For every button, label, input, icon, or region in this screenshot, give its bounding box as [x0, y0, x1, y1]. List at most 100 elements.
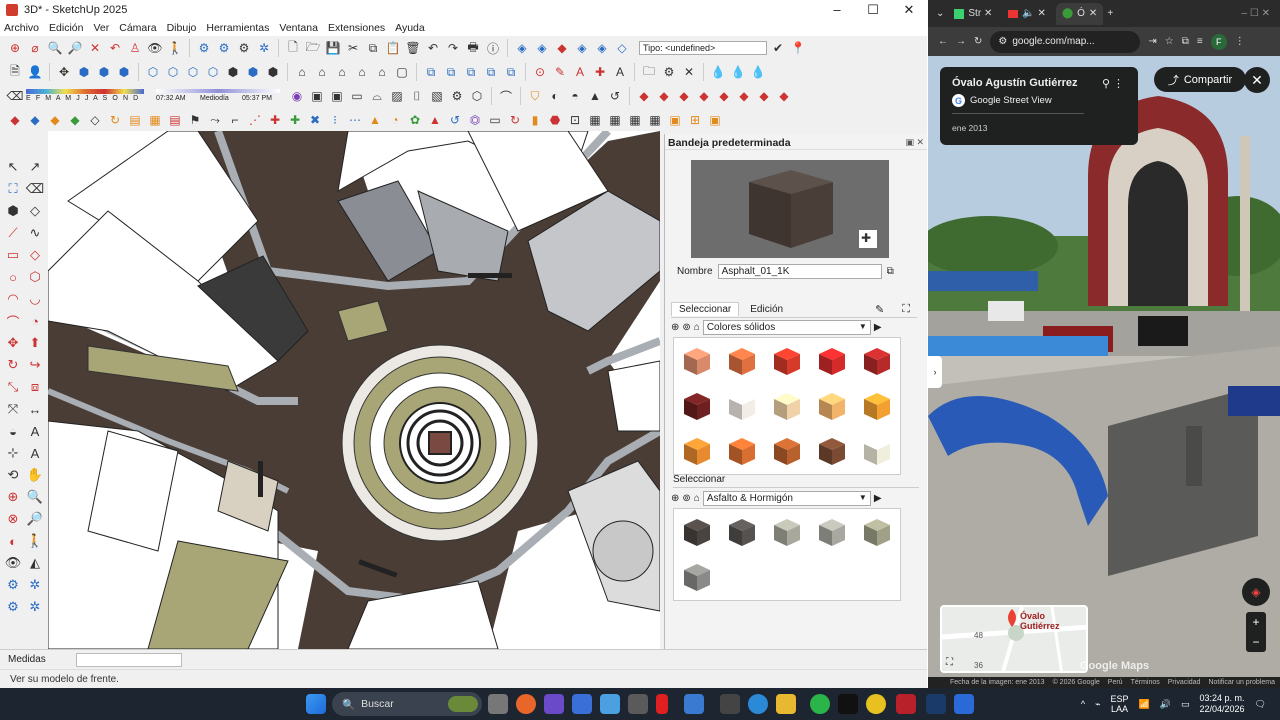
menu-extensiones[interactable]: Extensiones [328, 22, 385, 34]
section-icon[interactable]: ◭ [24, 552, 46, 574]
hidden-line-icon[interactable]: ⬡ [184, 63, 202, 81]
cube-icon[interactable]: ▣ [308, 87, 326, 105]
tab-streaming[interactable]: Str ✕ [948, 3, 998, 25]
extension-icon[interactable]: ▦ [146, 111, 164, 129]
section-icon[interactable]: ◈ [593, 39, 611, 57]
right-face-icon[interactable]: ⌂ [333, 63, 351, 81]
walk-icon[interactable]: 🚶 [24, 530, 46, 552]
more-options-icon[interactable]: ⋮ [1113, 77, 1124, 90]
footer-privacy[interactable]: Privacidad [1168, 679, 1201, 686]
shaded-icon[interactable]: ⬡ [204, 63, 222, 81]
extension-icon[interactable]: ⋯ [346, 111, 364, 129]
camera-view-icon[interactable]: ⌂ [293, 63, 311, 81]
camera-icon[interactable]: ▭ [348, 87, 366, 105]
front-face-icon[interactable]: ⌂ [313, 63, 331, 81]
axes-icon[interactable]: ⊹ [2, 442, 24, 464]
layers-icon[interactable]: ⧉ [462, 63, 480, 81]
back-face-icon[interactable]: ⌂ [353, 63, 371, 81]
menu-ayuda[interactable]: Ayuda [395, 22, 425, 34]
type-field[interactable]: Tipo: <undefined> [639, 41, 767, 55]
search-box[interactable]: 🔍 Buscar [332, 692, 482, 716]
dormer-icon[interactable]: ◆ [735, 87, 753, 105]
back-icon[interactable]: ⊕ [671, 322, 679, 333]
forward-icon[interactable]: → [956, 36, 966, 47]
battery-icon[interactable]: ▭ [1181, 699, 1190, 710]
move-icon[interactable]: ✥ [55, 63, 73, 81]
volume-icon[interactable]: 🔊 [1160, 699, 1171, 710]
extension-icon[interactable]: ▲ [426, 111, 444, 129]
reading-list-icon[interactable]: ≡ [1197, 36, 1203, 47]
gear-icon[interactable]: ⚙ [195, 39, 213, 57]
paste-icon[interactable]: 📋 [384, 39, 402, 57]
material-swatch[interactable] [721, 430, 763, 472]
xray-icon[interactable]: ⬡ [144, 63, 162, 81]
section-icon[interactable]: ◈ [533, 39, 551, 57]
material-swatch[interactable] [856, 511, 898, 553]
material-swatch[interactable] [811, 340, 853, 382]
gear-icon[interactable]: ⚙ [2, 574, 24, 596]
menu-icon[interactable]: ⋮ [1235, 36, 1245, 47]
details-icon[interactable]: ▶ [874, 493, 882, 504]
close-street-view-button[interactable]: ✕ [1244, 67, 1270, 93]
zoom-icon[interactable]: 🔎 [24, 508, 46, 530]
scale-icon[interactable]: ⤡ [2, 376, 24, 398]
gear-icon[interactable]: ⚙ [235, 39, 253, 57]
material-swatch[interactable] [856, 385, 898, 427]
image-icon[interactable]: ▧ [428, 87, 446, 105]
footer-report[interactable]: Notificar un problema [1208, 679, 1275, 686]
dormer-icon[interactable]: ◆ [655, 87, 673, 105]
zoom-icon[interactable]: 🔍 [24, 486, 46, 508]
window-controls[interactable]: – ☐ ✕ [1242, 8, 1270, 19]
extension-icon[interactable]: ▦ [606, 111, 624, 129]
shadow-date-slider[interactable]: E F M A M J J A S O N D [26, 86, 144, 106]
footer-terms[interactable]: Términos [1131, 679, 1160, 686]
polygon-icon[interactable]: ⬡ [24, 266, 46, 288]
extension-icon[interactable]: ◆ [6, 111, 24, 129]
material-swatch[interactable] [811, 511, 853, 553]
freehand-icon[interactable]: ∿ [24, 222, 46, 244]
firefox-icon[interactable] [516, 694, 536, 714]
tab-youtube[interactable]: 🔈 ✕ [1002, 3, 1052, 25]
library-select-1[interactable]: Colores sólidos ▼ [702, 320, 871, 335]
forward-icon[interactable]: ⊚ [682, 493, 690, 504]
box-icon[interactable]: ⬡ [468, 87, 486, 105]
street-view[interactable]: Óvalo Agustín Gutiérrez ⚲ ⋮ G Google Str… [928, 56, 1280, 688]
extension-icon[interactable]: ▲ [366, 111, 384, 129]
line-icon[interactable]: ⟋ [2, 222, 24, 244]
document-icon[interactable]: 🗎 [6, 63, 24, 81]
eraser-icon[interactable]: ⌫ [24, 178, 46, 200]
dimension-icon[interactable]: ↔ [24, 398, 46, 420]
extension-icon[interactable]: ▮ [526, 111, 544, 129]
section-icon[interactable]: ◈ [573, 39, 591, 57]
rotated-rectangle-icon[interactable]: ◇ [24, 244, 46, 266]
section-plane-icon[interactable]: ◆ [553, 39, 571, 57]
extension-icon[interactable]: ▭ [486, 111, 504, 129]
style-icon[interactable]: ⬢ [264, 63, 282, 81]
menu-ver[interactable]: Ver [93, 22, 109, 34]
look-around-icon[interactable]: 👁 [2, 552, 24, 574]
shield-icon[interactable]: ⛉ [526, 87, 544, 105]
extension-icon[interactable]: ▦ [626, 111, 644, 129]
dormer-icon[interactable]: ◆ [715, 87, 733, 105]
clock[interactable]: 03:24 p. m. 22/04/2026 [1200, 693, 1245, 715]
mail-icon[interactable] [600, 694, 620, 714]
left-face-icon[interactable]: ⌂ [373, 63, 391, 81]
extension-icon[interactable]: ▣ [666, 111, 684, 129]
copy-icon[interactable]: ⧉ [364, 39, 382, 57]
profile-avatar[interactable]: F [1210, 33, 1227, 50]
bookmark-icon[interactable]: ☆ [1165, 36, 1174, 47]
redo-icon[interactable]: ↷ [444, 39, 462, 57]
select-tool-icon[interactable]: ⊕ [6, 39, 24, 57]
sample-paint-icon[interactable]: ✎ [868, 302, 891, 317]
gear-icon[interactable]: ⚙ [2, 596, 24, 618]
drop-icon[interactable]: 💧 [749, 63, 767, 81]
erase-icon[interactable]: 🗑 [404, 39, 422, 57]
letter-icon[interactable]: A [611, 63, 629, 81]
material-swatch[interactable] [721, 385, 763, 427]
expand-map-icon[interactable]: ⛶ [946, 657, 953, 668]
extension-icon[interactable]: ⋰ [246, 111, 264, 129]
shape-icon[interactable]: ◓ [566, 87, 584, 105]
extension-icon[interactable]: ▦ [586, 111, 604, 129]
info-icon[interactable]: ⓘ [484, 39, 502, 57]
extension-icon[interactable]: ◆ [66, 111, 84, 129]
